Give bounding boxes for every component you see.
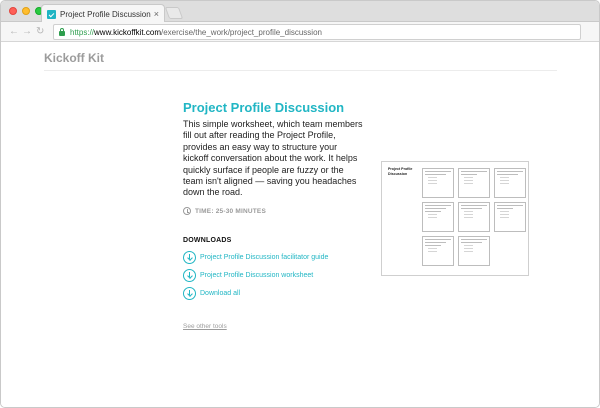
worksheet-card — [458, 202, 490, 232]
download-label: Download all — [200, 290, 241, 297]
download-icon — [183, 287, 196, 300]
time-estimate: TIME: 25-30 MINUTES — [183, 207, 266, 215]
window-controls — [9, 7, 43, 15]
tab-close-icon[interactable]: × — [154, 9, 159, 19]
forward-arrow-icon[interactable]: → — [22, 26, 32, 38]
thumbnail-title: Project Profile Discussion — [388, 167, 413, 176]
close-window-button[interactable] — [9, 7, 17, 15]
worksheet-card — [494, 202, 526, 232]
download-icon — [183, 269, 196, 282]
url-text: https://www.kickoffkit.com/exercise/the_… — [70, 28, 322, 37]
page-title: Project Profile Discussion — [183, 100, 345, 115]
brand-logo-link[interactable]: Kickoff Kit — [44, 51, 104, 65]
see-other-tools-link[interactable]: See other tools — [183, 323, 227, 330]
exercise-description: This simple worksheet, which team member… — [183, 119, 363, 198]
worksheet-card — [458, 236, 490, 266]
download-worksheet-link[interactable]: Project Profile Discussion worksheet — [183, 269, 313, 282]
worksheet-thumbnail: Project Profile Discussion — [381, 161, 529, 276]
page-content: Kickoff Kit Project Profile Discussion T… — [1, 43, 599, 407]
back-arrow-icon[interactable]: ← — [9, 26, 19, 38]
favicon-icon — [47, 9, 56, 19]
clock-icon — [183, 207, 191, 215]
tab-strip: Project Profile Discussion - Kic × — [1, 1, 599, 23]
download-icon — [183, 251, 196, 264]
minimize-window-button[interactable] — [22, 7, 30, 15]
worksheet-card — [458, 168, 490, 198]
worksheet-card — [422, 168, 454, 198]
browser-toolbar: ← → ↻ https://www.kickoffkit.com/exercis… — [1, 22, 599, 42]
url-path: /exercise/the_work/project_profile_discu… — [161, 27, 322, 37]
address-bar[interactable]: https://www.kickoffkit.com/exercise/the_… — [53, 24, 581, 40]
downloads-heading: DOWNLOADS — [183, 237, 232, 244]
download-facilitator-guide-link[interactable]: Project Profile Discussion facilitator g… — [183, 251, 328, 264]
header-divider — [44, 70, 557, 71]
lock-icon — [59, 28, 65, 36]
url-scheme: https:// — [70, 27, 95, 37]
worksheet-card — [494, 168, 526, 198]
browser-tab[interactable]: Project Profile Discussion - Kic × — [41, 4, 165, 23]
worksheet-card — [422, 202, 454, 232]
download-all-link[interactable]: Download all — [183, 287, 240, 300]
download-label: Project Profile Discussion facilitator g… — [200, 254, 329, 261]
time-label: TIME: 25-30 MINUTES — [195, 207, 266, 215]
worksheet-card — [422, 236, 454, 266]
browser-window: Project Profile Discussion - Kic × ← → ↻… — [0, 0, 600, 408]
new-tab-button[interactable] — [164, 7, 184, 19]
url-host: www.kickoffkit.com — [94, 27, 161, 37]
reload-icon[interactable]: ↻ — [36, 26, 44, 38]
tab-title: Project Profile Discussion - Kic — [60, 9, 151, 19]
download-label: Project Profile Discussion worksheet — [200, 272, 314, 279]
